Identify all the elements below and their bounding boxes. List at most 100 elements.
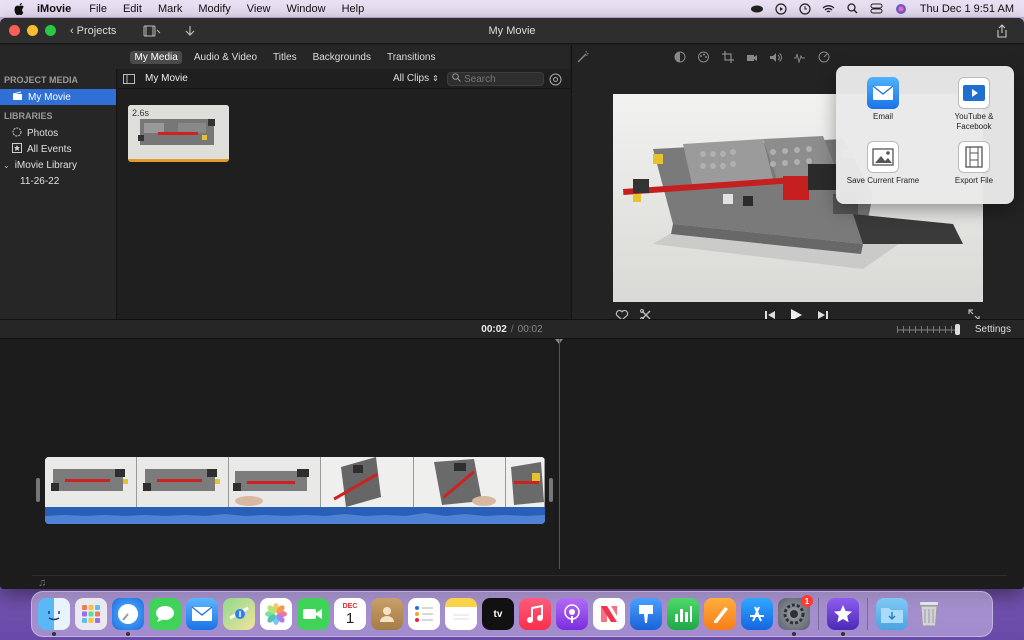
crop-icon[interactable] xyxy=(720,50,735,64)
dock-numbers[interactable] xyxy=(667,598,699,630)
creative-cloud-icon[interactable] xyxy=(750,3,764,15)
sidebar-item-photos[interactable]: Photos xyxy=(0,125,116,141)
disclosure-down-icon[interactable]: ⌄ xyxy=(3,161,10,170)
zoom-window-button[interactable] xyxy=(45,25,56,36)
all-clips-dropdown[interactable]: All Clips ⇕ xyxy=(393,73,439,84)
siri-icon[interactable] xyxy=(894,3,908,15)
tab-backgrounds[interactable]: Backgrounds xyxy=(309,51,375,64)
sidebar-item-label: 11-26-22 xyxy=(20,175,60,187)
menu-modify[interactable]: Modify xyxy=(198,3,230,15)
zoom-ticks xyxy=(897,326,953,333)
dock-app-store[interactable] xyxy=(741,598,773,630)
timeline-zoom-slider[interactable] xyxy=(897,324,960,335)
volume-icon[interactable] xyxy=(768,50,783,64)
magic-wand-icon[interactable] xyxy=(576,50,590,64)
close-window-button[interactable] xyxy=(9,25,20,36)
dock-safari[interactable] xyxy=(112,598,144,636)
tab-my-media[interactable]: My Media xyxy=(130,50,182,64)
control-center-icon[interactable] xyxy=(870,3,884,15)
menu-view[interactable]: View xyxy=(247,3,271,15)
speed-icon[interactable] xyxy=(816,50,831,64)
share-save-frame-option[interactable]: Save Current Frame xyxy=(843,141,923,186)
numbers-bars-icon xyxy=(675,606,692,622)
dock-reminders[interactable] xyxy=(408,598,440,630)
gear-icon[interactable] xyxy=(548,72,562,86)
title-bar: ‹ Projects My Movie xyxy=(0,18,1024,44)
menu-app-name[interactable]: iMovie xyxy=(37,3,71,15)
dock-downloads[interactable] xyxy=(876,598,908,630)
sidebar-item-event[interactable]: 11-26-22 xyxy=(0,173,116,189)
wifi-icon[interactable] xyxy=(822,3,836,15)
dock-news[interactable] xyxy=(593,598,625,630)
dock-photos[interactable] xyxy=(260,598,292,630)
clip-trim-handle-left[interactable] xyxy=(36,478,40,502)
dock-pages[interactable] xyxy=(704,598,736,630)
menu-file[interactable]: File xyxy=(89,3,107,15)
search-input[interactable] xyxy=(464,73,542,85)
tab-audio-video[interactable]: Audio & Video xyxy=(190,51,261,64)
dock-facetime[interactable] xyxy=(297,598,329,630)
share-icon[interactable] xyxy=(994,23,1010,39)
menu-edit[interactable]: Edit xyxy=(123,3,142,15)
playhead[interactable] xyxy=(559,339,560,569)
all-clips-label: All Clips xyxy=(393,73,430,84)
media-clip-thumbnail[interactable]: 2.6s xyxy=(128,105,229,162)
tab-transitions[interactable]: Transitions xyxy=(383,51,440,64)
media-library-icon[interactable] xyxy=(142,23,162,39)
finder-face-icon xyxy=(48,611,60,621)
sidebar-item-my-movie[interactable]: My Movie xyxy=(0,89,116,105)
dock-finder[interactable] xyxy=(38,598,70,636)
menu-clock[interactable]: Thu Dec 1 9:51 AM xyxy=(920,3,1014,15)
projects-back-button[interactable]: ‹ Projects xyxy=(70,25,116,37)
dock-mail[interactable] xyxy=(186,598,218,630)
dock-keynote[interactable] xyxy=(630,598,662,630)
dock-notes[interactable] xyxy=(445,598,477,630)
battery-icon[interactable] xyxy=(798,2,812,15)
project-media-heading: PROJECT MEDIA xyxy=(4,75,79,85)
dock-messages[interactable] xyxy=(149,598,181,630)
minimize-window-button[interactable] xyxy=(27,25,38,36)
dock-calendar[interactable]: DEC 1 xyxy=(334,598,366,630)
maps-pin-icon xyxy=(229,606,249,620)
zoom-slider-knob[interactable] xyxy=(955,324,960,335)
tab-titles[interactable]: Titles xyxy=(269,51,301,64)
keynote-podium-icon xyxy=(639,605,653,623)
menu-mark[interactable]: Mark xyxy=(158,3,182,15)
sidebar-item-imovie-library[interactable]: ⌄ iMovie Library xyxy=(0,157,116,173)
sidebar-item-all-events[interactable]: All Events xyxy=(0,141,116,157)
play-circle-icon[interactable] xyxy=(774,2,788,15)
current-time: 00:02 xyxy=(481,324,507,335)
dock-music[interactable] xyxy=(519,598,551,630)
dock-system-preferences[interactable]: 1 xyxy=(778,595,813,636)
film-strip-icon xyxy=(958,141,990,173)
clip-trim-handle-right[interactable] xyxy=(549,478,553,502)
import-arrow-icon[interactable] xyxy=(180,23,200,39)
timeline-settings-button[interactable]: Settings xyxy=(975,324,1011,335)
clip-audio-waveform[interactable] xyxy=(45,507,545,524)
color-palette-icon[interactable] xyxy=(696,50,711,64)
dock-launchpad[interactable] xyxy=(75,598,107,630)
dock-imovie[interactable] xyxy=(827,598,859,636)
sidebar-toggle-icon[interactable] xyxy=(123,73,137,85)
search-icon[interactable] xyxy=(846,3,860,15)
trash-can-icon xyxy=(920,602,938,627)
dock-maps[interactable] xyxy=(223,598,255,630)
menu-help[interactable]: Help xyxy=(342,3,365,15)
search-field[interactable] xyxy=(447,72,544,86)
dock-trash[interactable] xyxy=(913,598,945,630)
share-export-file-option[interactable]: Export File xyxy=(934,141,1014,186)
color-balance-icon[interactable] xyxy=(672,50,687,64)
music-track[interactable]: ♫ xyxy=(32,575,1007,589)
timeline-video-clip[interactable] xyxy=(45,457,545,524)
mail-envelope-icon xyxy=(867,77,899,109)
menu-window[interactable]: Window xyxy=(286,3,325,15)
apple-menu-icon[interactable] xyxy=(14,2,28,15)
share-email-option[interactable]: Email xyxy=(843,77,923,122)
share-youtube-facebook-option[interactable]: YouTube & Facebook xyxy=(934,77,1014,132)
timeline[interactable]: ♫ xyxy=(0,339,1024,589)
stabilization-icon[interactable] xyxy=(744,50,759,64)
noise-reduction-icon[interactable] xyxy=(792,50,807,64)
dock-podcasts[interactable] xyxy=(556,598,588,630)
dock-tv[interactable]: tv xyxy=(482,598,514,630)
dock-contacts[interactable] xyxy=(371,598,403,630)
